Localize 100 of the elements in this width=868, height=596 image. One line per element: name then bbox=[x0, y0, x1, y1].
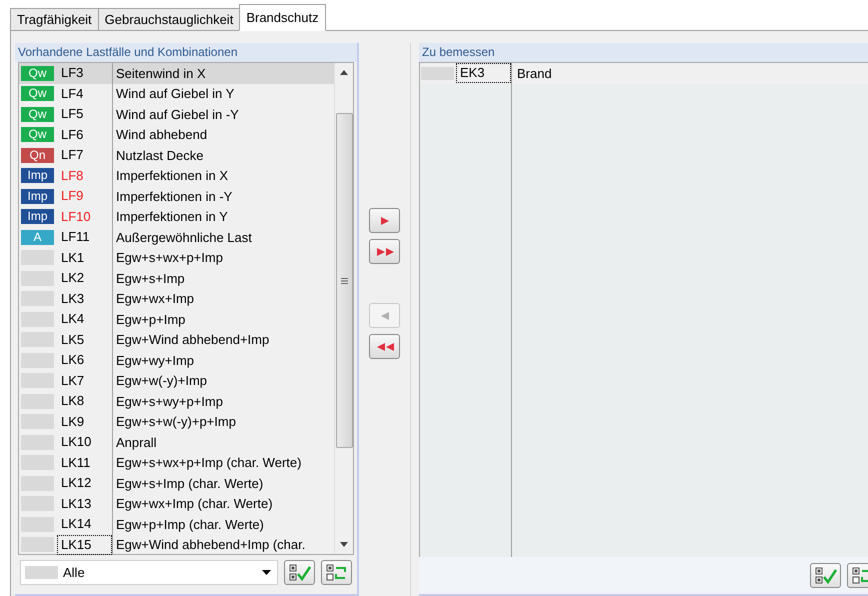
load-case-description: Anprall bbox=[116, 434, 156, 452]
tab[interactable]: Gebrauchstauglichkeit bbox=[98, 8, 240, 31]
load-case-description: Egw+s+Imp bbox=[116, 270, 185, 288]
list-row[interactable]: LK4 Egw+p+Imp bbox=[19, 309, 334, 330]
load-case-description: Egw+s+wy+p+Imp bbox=[116, 392, 223, 411]
list-row[interactable]: Qw LF6 Wind abhebend bbox=[19, 124, 334, 145]
filter-value: Alle bbox=[63, 564, 85, 582]
load-case-description: Imperfektionen in -Y bbox=[116, 188, 232, 206]
load-case-id: LK7 bbox=[60, 372, 86, 390]
load-case-description: Egw+wx+Imp (char. Werte) bbox=[116, 495, 273, 513]
category-tag: Imp bbox=[21, 209, 54, 224]
load-case-id: LK12 bbox=[60, 474, 92, 492]
load-case-description: Egw+p+Imp bbox=[116, 310, 186, 329]
load-case-id: LF10 bbox=[60, 208, 92, 226]
load-case-description: Egw+Wind abhebend+Imp (char. bbox=[116, 536, 306, 554]
select-all-button[interactable] bbox=[284, 560, 315, 585]
list-row[interactable]: LK9 Egw+s+w(-y)+p+Imp bbox=[19, 412, 334, 432]
checkmark-icon bbox=[288, 564, 310, 582]
load-case-id: LK15 bbox=[57, 534, 112, 555]
list-row[interactable]: LK14 Egw+p+Imp (char. Werte) bbox=[19, 514, 334, 534]
list-row[interactable]: LK2 Egw+s+Imp bbox=[19, 268, 334, 288]
scrollbar[interactable] bbox=[334, 63, 353, 554]
swap-icon bbox=[326, 564, 348, 582]
list-row[interactable]: LK6 Egw+wy+Imp bbox=[19, 350, 334, 370]
list-row[interactable]: LK1 Egw+s+wx+p+Imp bbox=[19, 248, 334, 268]
load-case-id: LK9 bbox=[60, 412, 86, 431]
list-row[interactable]: LK8 Egw+s+wy+p+Imp bbox=[19, 391, 334, 412]
list-row[interactable]: Qw LF3 Seitenwind in X bbox=[19, 63, 334, 84]
load-case-description: Egw+wx+Imp bbox=[116, 290, 194, 308]
load-case-description: Egw+Wind abhebend+Imp bbox=[116, 331, 270, 349]
select-all-button[interactable] bbox=[810, 563, 841, 588]
list-row[interactable]: LK10 Anprall bbox=[19, 432, 334, 452]
swap-icon bbox=[852, 566, 868, 584]
list-row[interactable]: Imp LF10 Imperfektionen in Y bbox=[19, 206, 334, 227]
load-case-description: Nutzlast Decke bbox=[116, 146, 204, 164]
load-case-id: LK14 bbox=[60, 515, 92, 534]
load-case-id: LK3 bbox=[60, 290, 86, 308]
list-row[interactable]: A LF11 Außergewöhnliche Last bbox=[19, 227, 334, 248]
filter-dropdown[interactable]: Alle bbox=[20, 560, 278, 585]
category-tag: Qw bbox=[21, 127, 54, 142]
load-case-id: LF11 bbox=[60, 228, 91, 246]
load-case-description: Egw+p+Imp (char. Werte) bbox=[116, 516, 264, 534]
empty-tag bbox=[25, 566, 58, 579]
tab[interactable]: Brandschutz bbox=[239, 4, 326, 31]
empty-tag bbox=[21, 537, 54, 552]
load-case-id: LK1 bbox=[60, 248, 86, 267]
load-case-id: LK4 bbox=[60, 310, 86, 328]
list-row[interactable]: EK3 Brand bbox=[420, 63, 868, 84]
grip-icon bbox=[340, 278, 348, 284]
panel-header: Vorhandene Lastfälle und Kombinationen bbox=[15, 43, 357, 62]
load-case-id: LF5 bbox=[60, 105, 84, 124]
load-case-description: Egw+s+w(-y)+p+Imp bbox=[116, 413, 236, 431]
list-row[interactable]: Imp LF8 Imperfektionen in X bbox=[19, 166, 334, 186]
panel-header: Zu bemessen bbox=[419, 43, 868, 62]
load-case-id: LK11 bbox=[60, 454, 92, 472]
load-case-id: LF8 bbox=[60, 166, 84, 185]
load-case-id: LK2 bbox=[60, 269, 86, 288]
invert-selection-button[interactable] bbox=[321, 560, 352, 585]
load-case-id: LF3 bbox=[60, 64, 84, 82]
list-row[interactable]: LK5 Egw+Wind abhebend+Imp bbox=[19, 330, 334, 350]
category-tag: Qw bbox=[21, 66, 54, 81]
list-row[interactable]: LK15 Egw+Wind abhebend+Imp (char. bbox=[19, 534, 334, 555]
category-tag: Imp bbox=[21, 168, 54, 184]
load-case-id: LF7 bbox=[60, 146, 84, 164]
load-case-id: LF9 bbox=[60, 187, 84, 206]
load-case-id: LK8 bbox=[60, 392, 86, 410]
load-case-description: Außergewöhnliche Last bbox=[116, 228, 252, 247]
category-tag: Imp bbox=[21, 188, 54, 204]
load-case-id: LF6 bbox=[60, 126, 84, 144]
list-row[interactable]: LK11 Egw+s+wx+p+Imp (char. Werte) bbox=[19, 452, 334, 473]
category-tag: Qn bbox=[21, 148, 54, 163]
load-case-id: LF4 bbox=[60, 84, 84, 103]
load-case-description: Wind abhebend bbox=[116, 126, 208, 144]
dropdown-caret-icon bbox=[262, 570, 271, 575]
load-case-description: Egw+s+Imp (char. Werte) bbox=[116, 474, 264, 493]
category-tag: Qw bbox=[21, 106, 54, 122]
list-row[interactable]: Qw LF5 Wind auf Giebel in -Y bbox=[19, 104, 334, 124]
transfer-button[interactable] bbox=[369, 239, 400, 264]
list-row[interactable]: LK7 Egw+w(-y)+Imp bbox=[19, 370, 334, 391]
category-tag: Qw bbox=[21, 86, 54, 102]
list-row[interactable]: Imp LF9 Imperfektionen in -Y bbox=[19, 186, 334, 206]
load-case-description: Imperfektionen in X bbox=[116, 167, 228, 185]
checkmark-icon bbox=[814, 566, 836, 584]
double-right-arrow-icon bbox=[374, 246, 394, 256]
category-tag: A bbox=[21, 230, 54, 245]
list-row[interactable]: LK3 Egw+wx+Imp bbox=[19, 288, 334, 309]
scroll-down-icon bbox=[340, 542, 348, 547]
load-case-description: Wind auf Giebel in -Y bbox=[116, 106, 239, 124]
load-case-description: Seitenwind in X bbox=[116, 64, 206, 82]
transfer-button[interactable] bbox=[369, 334, 400, 359]
scroll-up-icon bbox=[340, 70, 348, 75]
tab[interactable]: Tragfähigkeit bbox=[10, 8, 99, 31]
list-row[interactable]: Qn LF7 Nutzlast Decke bbox=[19, 145, 334, 166]
load-case-id: LK10 bbox=[60, 433, 92, 452]
list-row[interactable]: LK12 Egw+s+Imp (char. Werte) bbox=[19, 473, 334, 494]
list-row[interactable]: LK13 Egw+wx+Imp (char. Werte) bbox=[19, 494, 334, 514]
list-row[interactable]: Qw LF4 Wind auf Giebel in Y bbox=[19, 84, 334, 104]
transfer-button[interactable] bbox=[369, 208, 400, 233]
load-case-description: Egw+w(-y)+Imp bbox=[116, 372, 208, 390]
load-case-description: Egw+s+wx+p+Imp bbox=[116, 249, 223, 267]
